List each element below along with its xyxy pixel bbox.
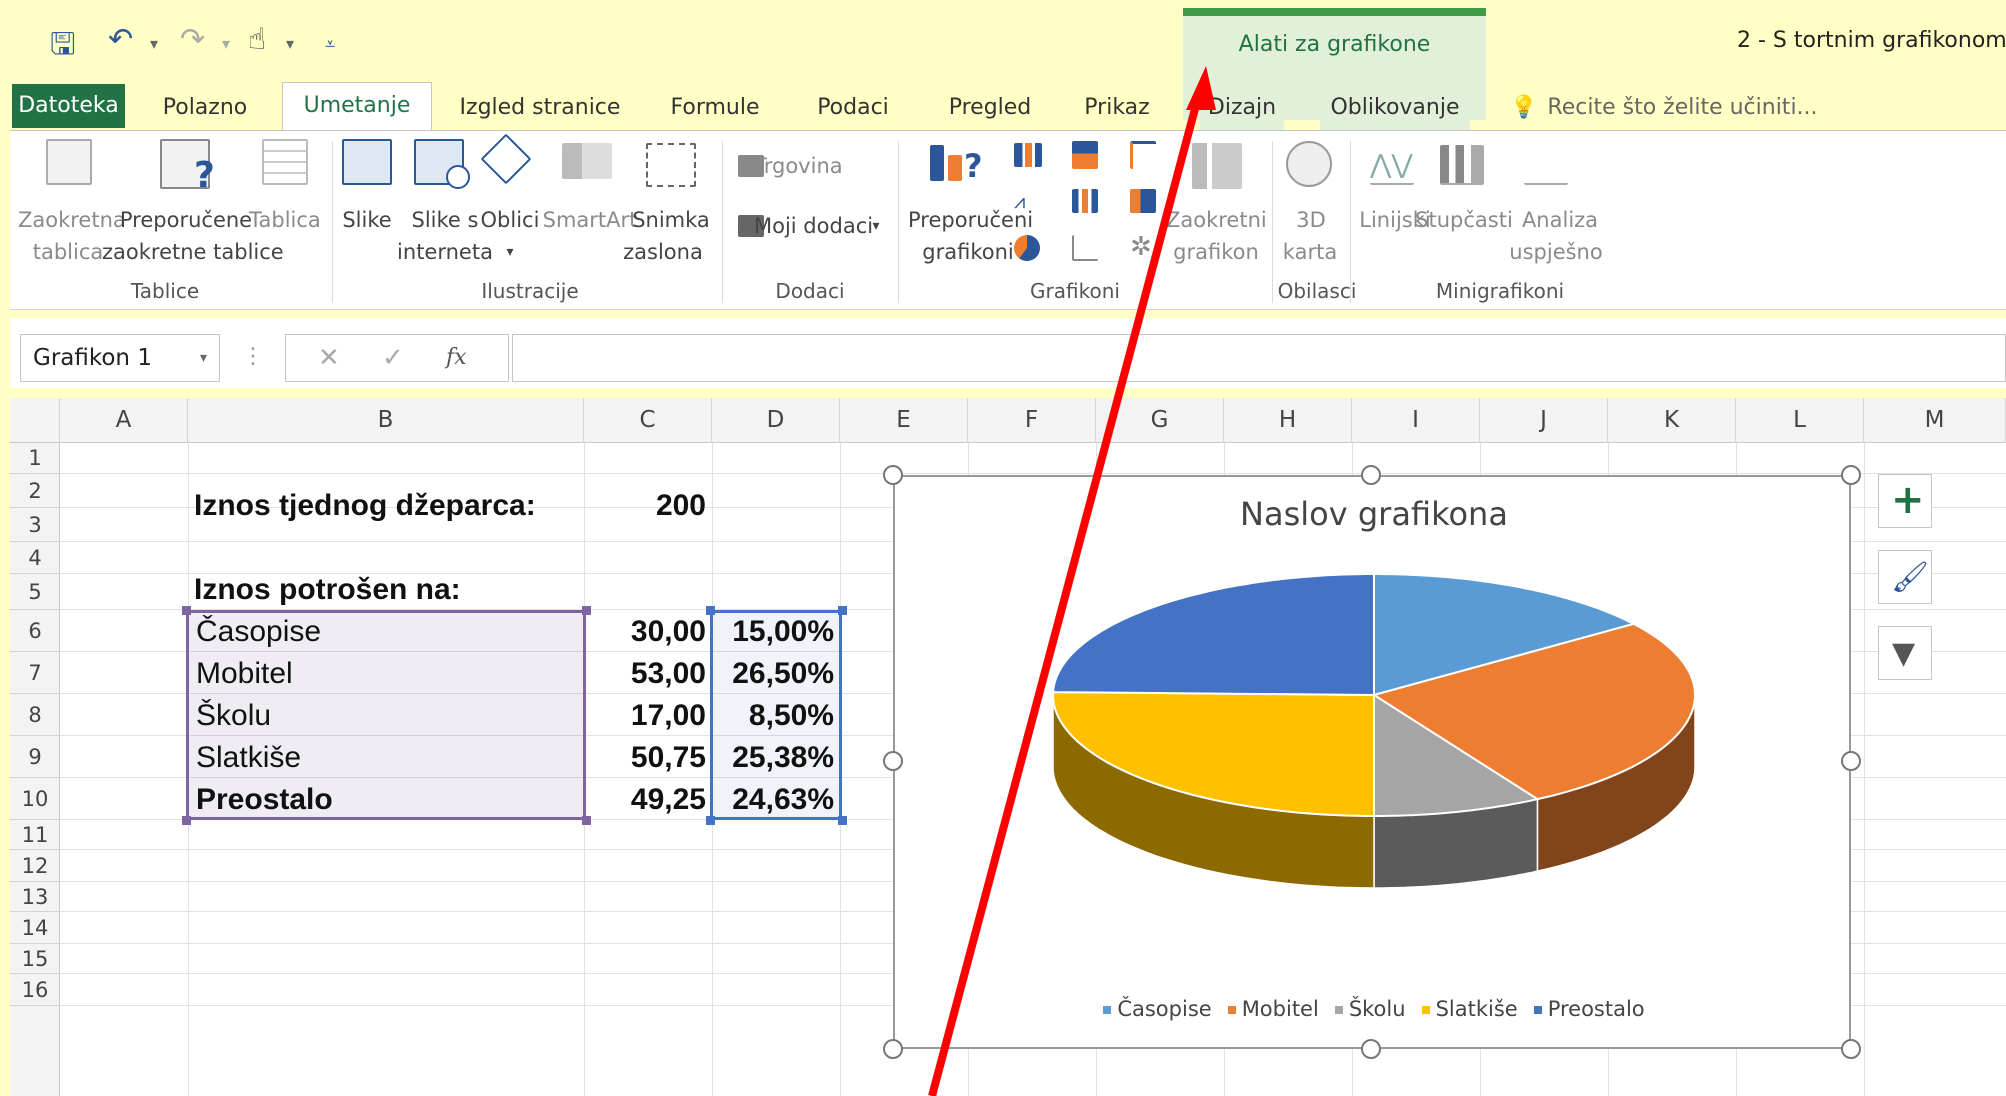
arrow-head — [1186, 66, 1216, 110]
annotation-arrow — [928, 66, 1216, 1096]
arrow-shaft — [928, 88, 1204, 1096]
